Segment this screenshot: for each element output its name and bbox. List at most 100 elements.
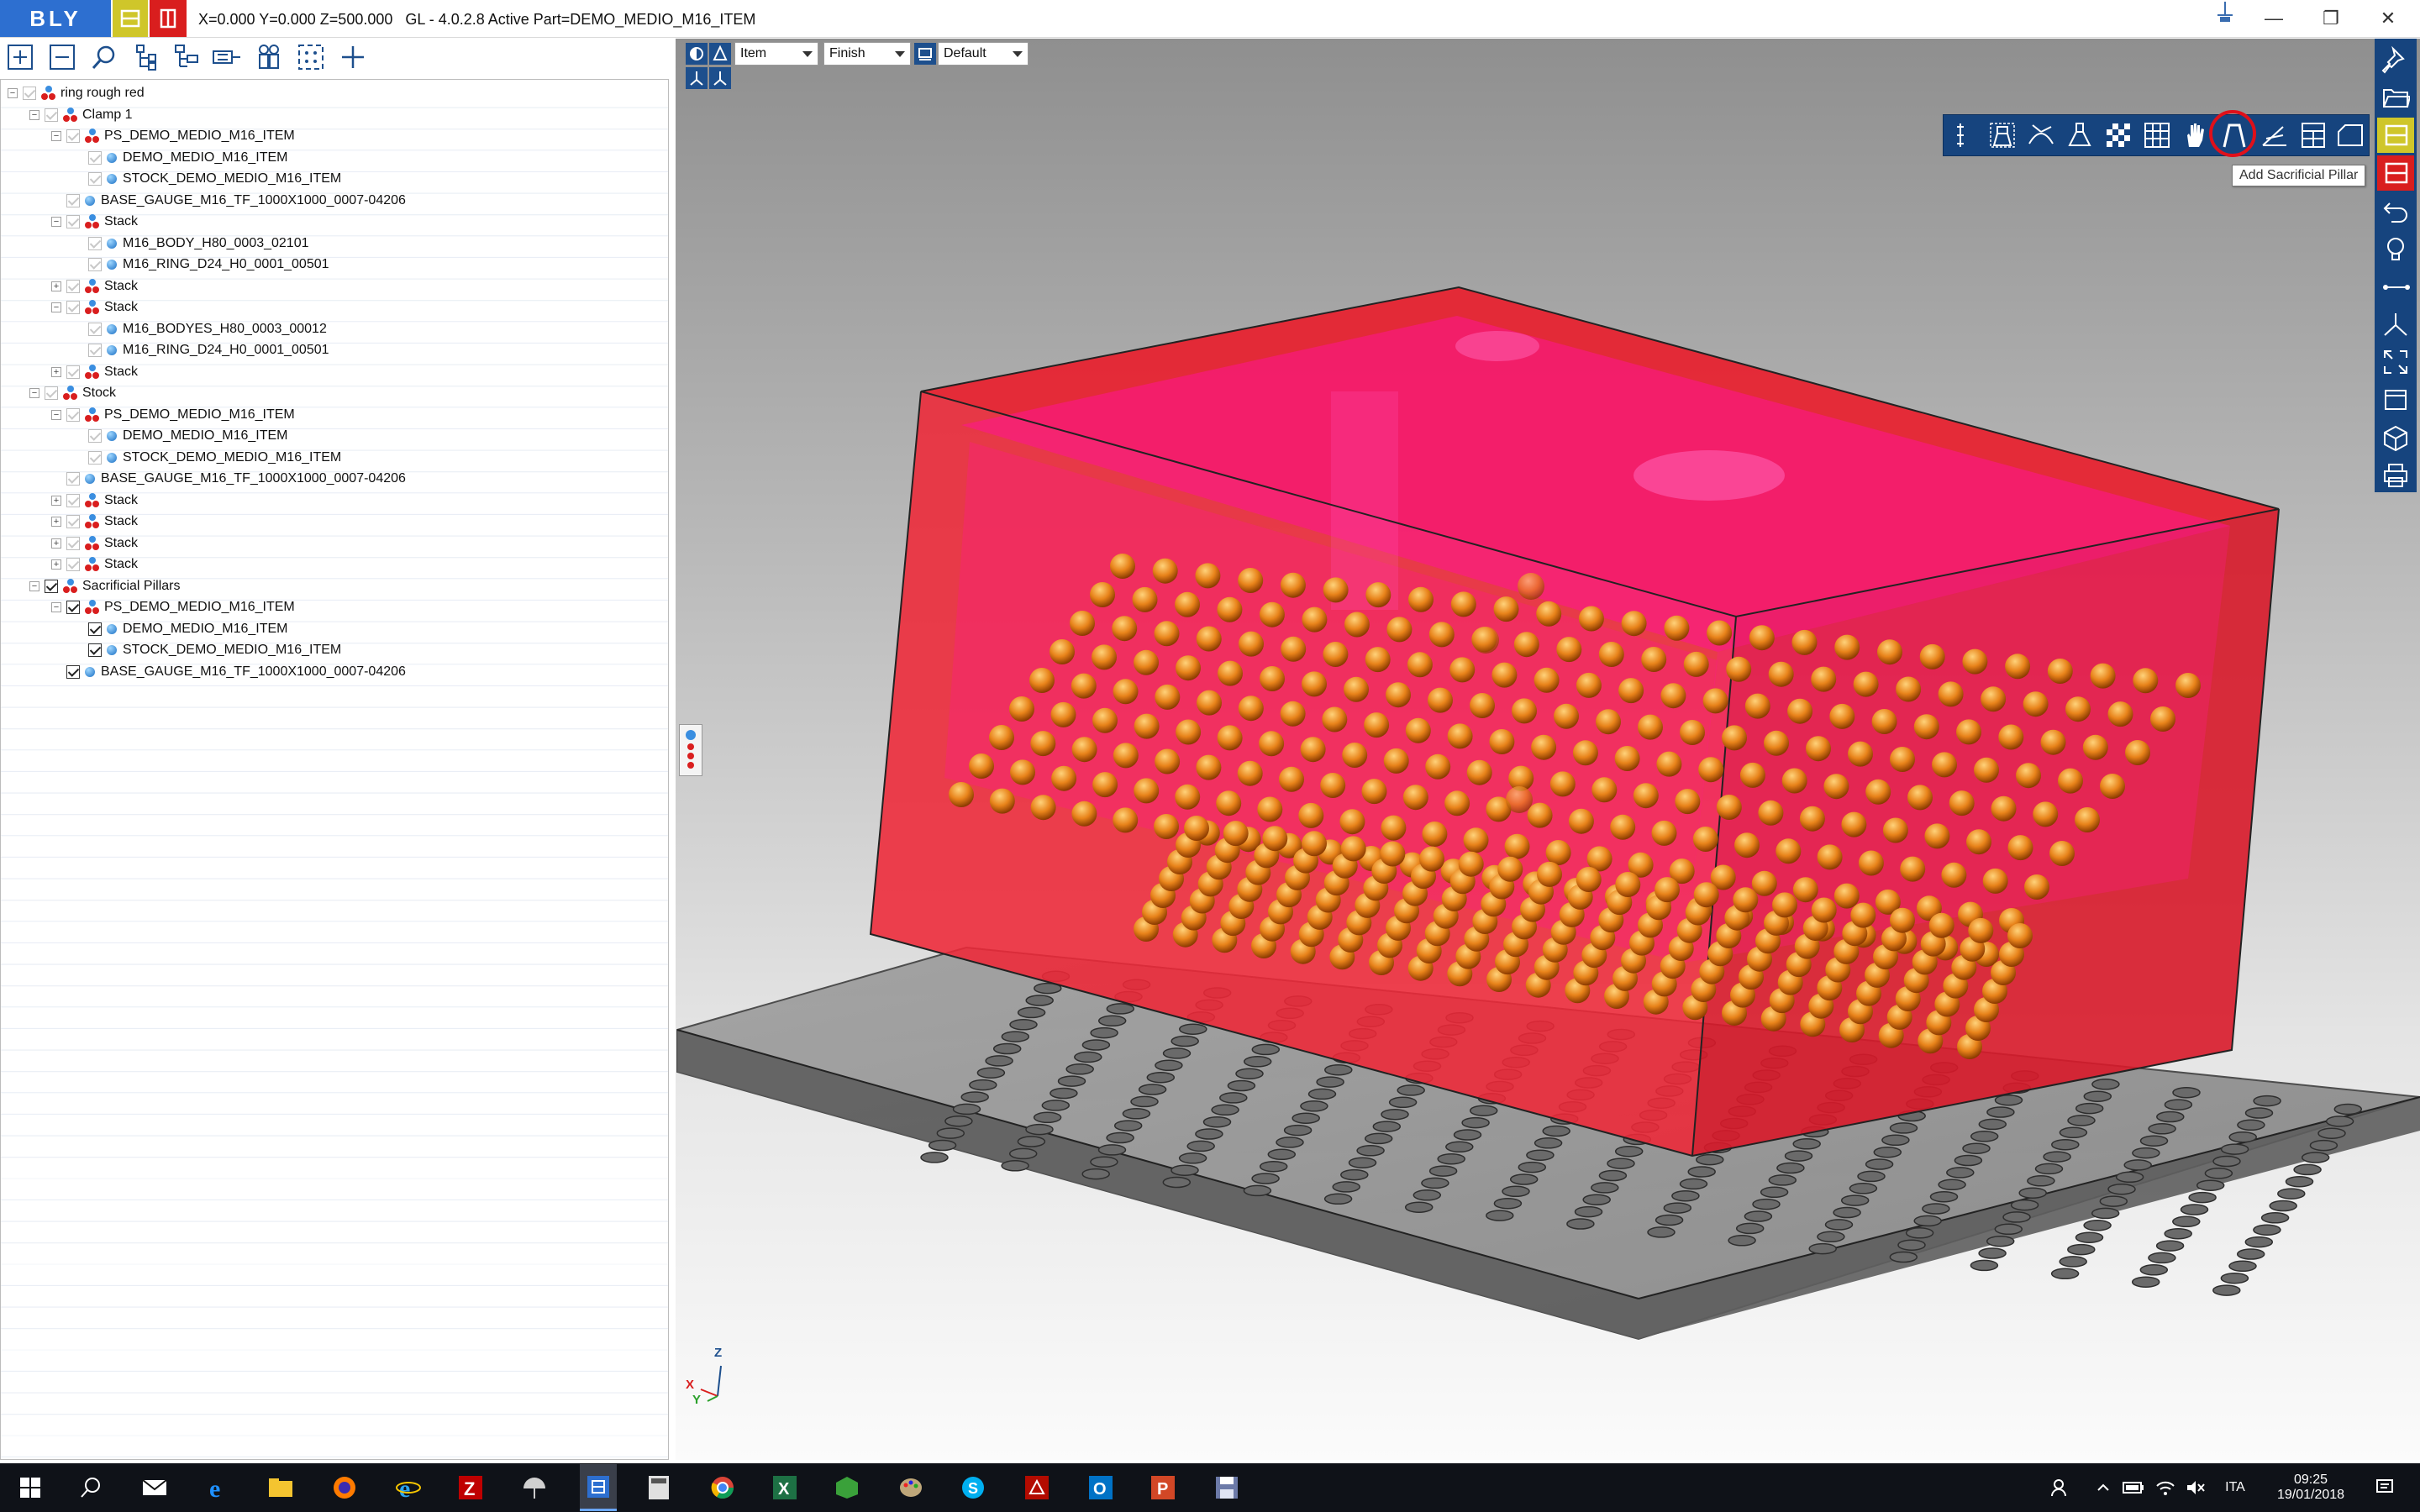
pillar-ball[interactable] [1518, 573, 1544, 600]
tree-node-part[interactable]: M16_BODYES_H80_0003_00012 [73, 319, 327, 339]
pillar-ball[interactable] [1155, 684, 1181, 710]
pillar-ball[interactable] [1932, 752, 1957, 778]
pillar-ball[interactable] [1598, 642, 1624, 667]
pillar-ball[interactable] [1497, 856, 1523, 882]
calculator-button[interactable] [642, 1471, 676, 1504]
pillar-ball[interactable] [2049, 841, 2075, 866]
close-button[interactable]: ✕ [2360, 0, 2417, 37]
pillar-ball[interactable] [1890, 747, 1915, 772]
start-button[interactable] [13, 1471, 47, 1504]
visibility-checkbox[interactable] [88, 622, 102, 636]
pillar-ball[interactable] [1402, 785, 1428, 811]
pillar-ball[interactable] [1848, 741, 1873, 767]
visibility-checkbox[interactable] [88, 450, 102, 465]
pillar-ball[interactable] [1184, 816, 1209, 841]
pillar-ball[interactable] [1195, 563, 1221, 589]
clock[interactable]: 09:25 19/01/2018 [2260, 1463, 2361, 1512]
pillar-ball[interactable] [949, 782, 974, 807]
pillar-ball[interactable] [1134, 778, 1160, 804]
pillar-ball[interactable] [1853, 671, 1879, 697]
tree-node-group[interactable]: − Stock [29, 383, 116, 403]
zoom-extents-button[interactable] [2377, 344, 2414, 380]
pillar-base-button[interactable] [2063, 118, 2096, 152]
pillar-ball[interactable] [1428, 687, 1453, 713]
pillar-ball[interactable] [1799, 806, 1825, 832]
pillar-ball[interactable] [1322, 706, 1348, 732]
pillar-ball[interactable] [2040, 729, 2066, 755]
pillar-select-button[interactable] [1986, 118, 2019, 152]
pillar-ball[interactable] [1050, 701, 1076, 727]
pillar-ball[interactable] [1841, 811, 1867, 837]
powerpoint-button[interactable]: P [1146, 1471, 1180, 1504]
collapse-toggle[interactable]: − [51, 131, 61, 141]
pillar-ball[interactable] [1726, 656, 1752, 682]
battery-button[interactable] [2119, 1463, 2148, 1512]
clamp-button[interactable] [208, 40, 245, 74]
pillar-ball[interactable] [1698, 757, 1724, 783]
pillar-ball[interactable] [1196, 754, 1222, 780]
tree-node-group[interactable]: − Stack [51, 297, 138, 318]
pillar-ball[interactable] [1744, 693, 1770, 719]
pillar-ball[interactable] [1302, 831, 1327, 857]
pillar-ball[interactable] [2175, 673, 2201, 698]
pillar-ball[interactable] [1758, 800, 1784, 826]
pillar-ball[interactable] [1176, 719, 1202, 745]
pillar-ball[interactable] [1513, 632, 1539, 658]
pillar-ball[interactable] [1489, 729, 1515, 754]
tree-node-part[interactable]: BASE_GAUGE_M16_TF_1000X1000_0007-04206 [51, 191, 406, 211]
pillar-ball[interactable] [1408, 586, 1434, 612]
pillar-ball[interactable] [1615, 872, 1641, 897]
open-folder-button[interactable] [2377, 80, 2414, 115]
pin-button[interactable] [2377, 42, 2414, 77]
pillar-ball[interactable] [1344, 676, 1369, 702]
fit-view-button[interactable] [292, 40, 329, 74]
visibility-checkbox[interactable] [66, 536, 80, 550]
pillar-ball[interactable] [1913, 714, 1939, 740]
undo-button[interactable] [2377, 193, 2414, 228]
pillar-ball[interactable] [1537, 861, 1562, 887]
search-button[interactable] [86, 40, 123, 74]
pillar-ball[interactable] [1556, 637, 1582, 663]
quality-select[interactable]: Finish [823, 42, 911, 66]
part-mode-button[interactable] [2377, 118, 2414, 153]
pillar-ball[interactable] [2100, 774, 2125, 799]
pillar-ball[interactable] [1811, 897, 1837, 923]
pillar-ball[interactable] [1865, 779, 1891, 805]
pillar-ball[interactable] [1197, 690, 1222, 716]
pillar-ball[interactable] [1155, 748, 1181, 774]
visibility-checkbox[interactable] [88, 236, 102, 250]
visibility-checkbox[interactable] [66, 558, 80, 571]
firefox-button[interactable] [328, 1471, 361, 1504]
pillar-ball[interactable] [1596, 709, 1621, 735]
pillar-ball[interactable] [1722, 725, 1747, 751]
stock-button[interactable] [150, 0, 187, 37]
stack-indicator[interactable] [679, 724, 702, 776]
paint-app-button[interactable] [518, 1471, 551, 1504]
pillar-ball[interactable] [1302, 671, 1327, 697]
wifi-button[interactable] [2151, 1463, 2180, 1512]
pillar-ball[interactable] [1175, 784, 1201, 810]
pillar-ball[interactable] [1928, 912, 1954, 938]
pillar-ball[interactable] [1610, 814, 1636, 840]
tree-node-group[interactable]: − ring rough red [8, 83, 145, 103]
pillar-ball[interactable] [1549, 771, 1576, 797]
visibility-checkbox[interactable] [66, 664, 80, 679]
pillar-ball[interactable] [1504, 833, 1530, 859]
pillar-ball[interactable] [1833, 883, 1860, 909]
pillar-ball[interactable] [1554, 703, 1579, 729]
pillar-ball[interactable] [1134, 649, 1159, 675]
visibility-checkbox[interactable] [88, 172, 102, 186]
pillar-ball[interactable] [2090, 663, 2116, 689]
pillar-ball[interactable] [1407, 652, 1433, 678]
pillar-ball[interactable] [1702, 688, 1728, 714]
visibility-checkbox[interactable] [88, 643, 102, 657]
pillar-ball[interactable] [1772, 892, 1797, 918]
pillar-ball[interactable] [1419, 846, 1444, 872]
tree-node-part[interactable]: M16_RING_D24_H0_0001_00501 [73, 340, 329, 360]
pillar-ball[interactable] [1491, 662, 1518, 688]
pillar-ball[interactable] [1716, 795, 1742, 820]
pillar-ball[interactable] [1651, 820, 1677, 846]
tree-node-part[interactable]: BASE_GAUGE_M16_TF_1000X1000_0007-04206 [51, 469, 406, 489]
pillar-ball[interactable] [1811, 666, 1837, 692]
pillar-ball[interactable] [1512, 698, 1537, 724]
